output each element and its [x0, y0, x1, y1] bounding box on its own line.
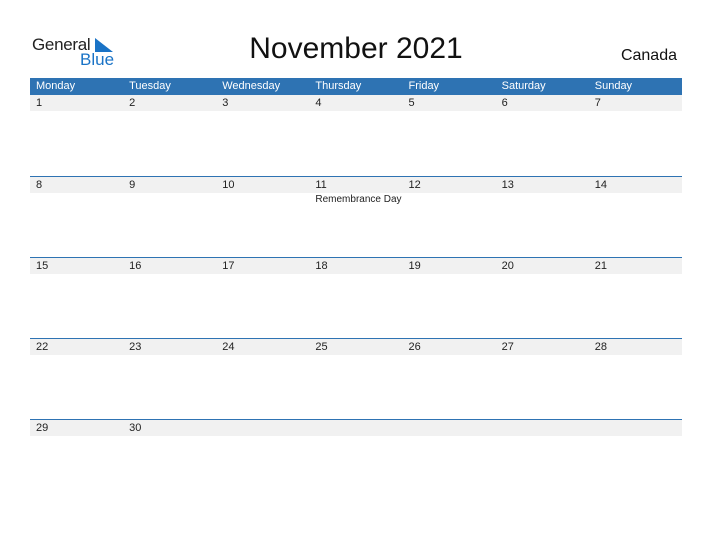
- day-number: 21: [594, 260, 607, 272]
- day-number: 10: [222, 179, 235, 191]
- day-number: [309, 420, 402, 436]
- day-number-band: 1 2 3 4 5 6 7: [30, 95, 682, 111]
- day-event: [216, 193, 309, 207]
- day-number: 28: [594, 341, 607, 353]
- day-number: 30: [129, 422, 142, 434]
- day-number-band: 29 30: [30, 420, 682, 436]
- day-number: 24: [222, 341, 235, 353]
- weekday-saturday: Saturday: [501, 80, 546, 92]
- weekday-thursday: Thursday: [315, 80, 362, 92]
- weekday-tuesday: Tuesday: [129, 80, 171, 92]
- weekday-wednesday: Wednesday: [222, 80, 281, 92]
- day-number: 26: [408, 341, 421, 353]
- day-number: 17: [222, 260, 235, 272]
- weeks-container: 1 2 3 4 5 6 7 8 9 10 11 12 13 14 Remembrance Day 15 16 17…: [30, 95, 682, 500]
- week-row: 1 2 3 4 5 6 7: [30, 95, 682, 176]
- day-number: 22: [36, 341, 49, 353]
- day-number: 23: [129, 341, 142, 353]
- day-number: 6: [501, 97, 508, 109]
- day-number: 25: [315, 341, 328, 353]
- week-row: 8 9 10 11 12 13 14 Remembrance Day: [30, 176, 682, 257]
- day-number: 27: [501, 341, 514, 353]
- day-number: 15: [36, 260, 49, 272]
- events-row: Remembrance Day: [30, 193, 682, 207]
- weekday-sunday: Sunday: [594, 80, 633, 92]
- day-number: 13: [501, 179, 514, 191]
- day-number: 8: [36, 179, 43, 191]
- day-number-band: 22 23 24 25 26 27 28: [30, 339, 682, 355]
- day-number: 20: [501, 260, 514, 272]
- day-number: 5: [408, 97, 415, 109]
- weekday-header: Monday Tuesday Wednesday Thursday Friday…: [30, 78, 682, 95]
- day-number: 4: [315, 97, 322, 109]
- day-event: [30, 193, 123, 207]
- day-number: 7: [594, 97, 601, 109]
- day-number: [216, 420, 309, 436]
- day-number: 2: [129, 97, 136, 109]
- day-number: 19: [408, 260, 421, 272]
- day-event: [496, 193, 589, 207]
- country-label: Canada: [620, 47, 677, 64]
- weekday-friday: Friday: [408, 80, 440, 92]
- day-number: 16: [129, 260, 142, 272]
- day-number-band: 8 9 10 11 12 13 14: [30, 177, 682, 193]
- calendar-grid: Monday Tuesday Wednesday Thursday Friday…: [30, 78, 682, 500]
- day-number: [403, 420, 496, 436]
- day-number: 18: [315, 260, 328, 272]
- week-row: 29 30: [30, 419, 682, 500]
- day-event: [123, 193, 216, 207]
- week-row: 15 16 17 18 19 20 21: [30, 257, 682, 338]
- day-number: 12: [408, 179, 421, 191]
- weekday-monday: Monday: [36, 80, 76, 92]
- day-number: [496, 420, 589, 436]
- page-title: November 2021: [249, 32, 463, 65]
- day-number: 3: [222, 97, 229, 109]
- day-number-band: 15 16 17 18 19 20 21: [30, 258, 682, 274]
- day-event: Remembrance Day: [315, 194, 402, 205]
- day-event: [403, 193, 496, 207]
- day-number: 29: [36, 422, 49, 434]
- week-row: 22 23 24 25 26 27 28: [30, 338, 682, 419]
- day-number: 1: [36, 97, 43, 109]
- day-number: 9: [129, 179, 136, 191]
- day-event: [589, 193, 682, 207]
- day-number: [589, 420, 682, 436]
- day-number: 14: [594, 179, 607, 191]
- day-number: 11: [315, 179, 327, 191]
